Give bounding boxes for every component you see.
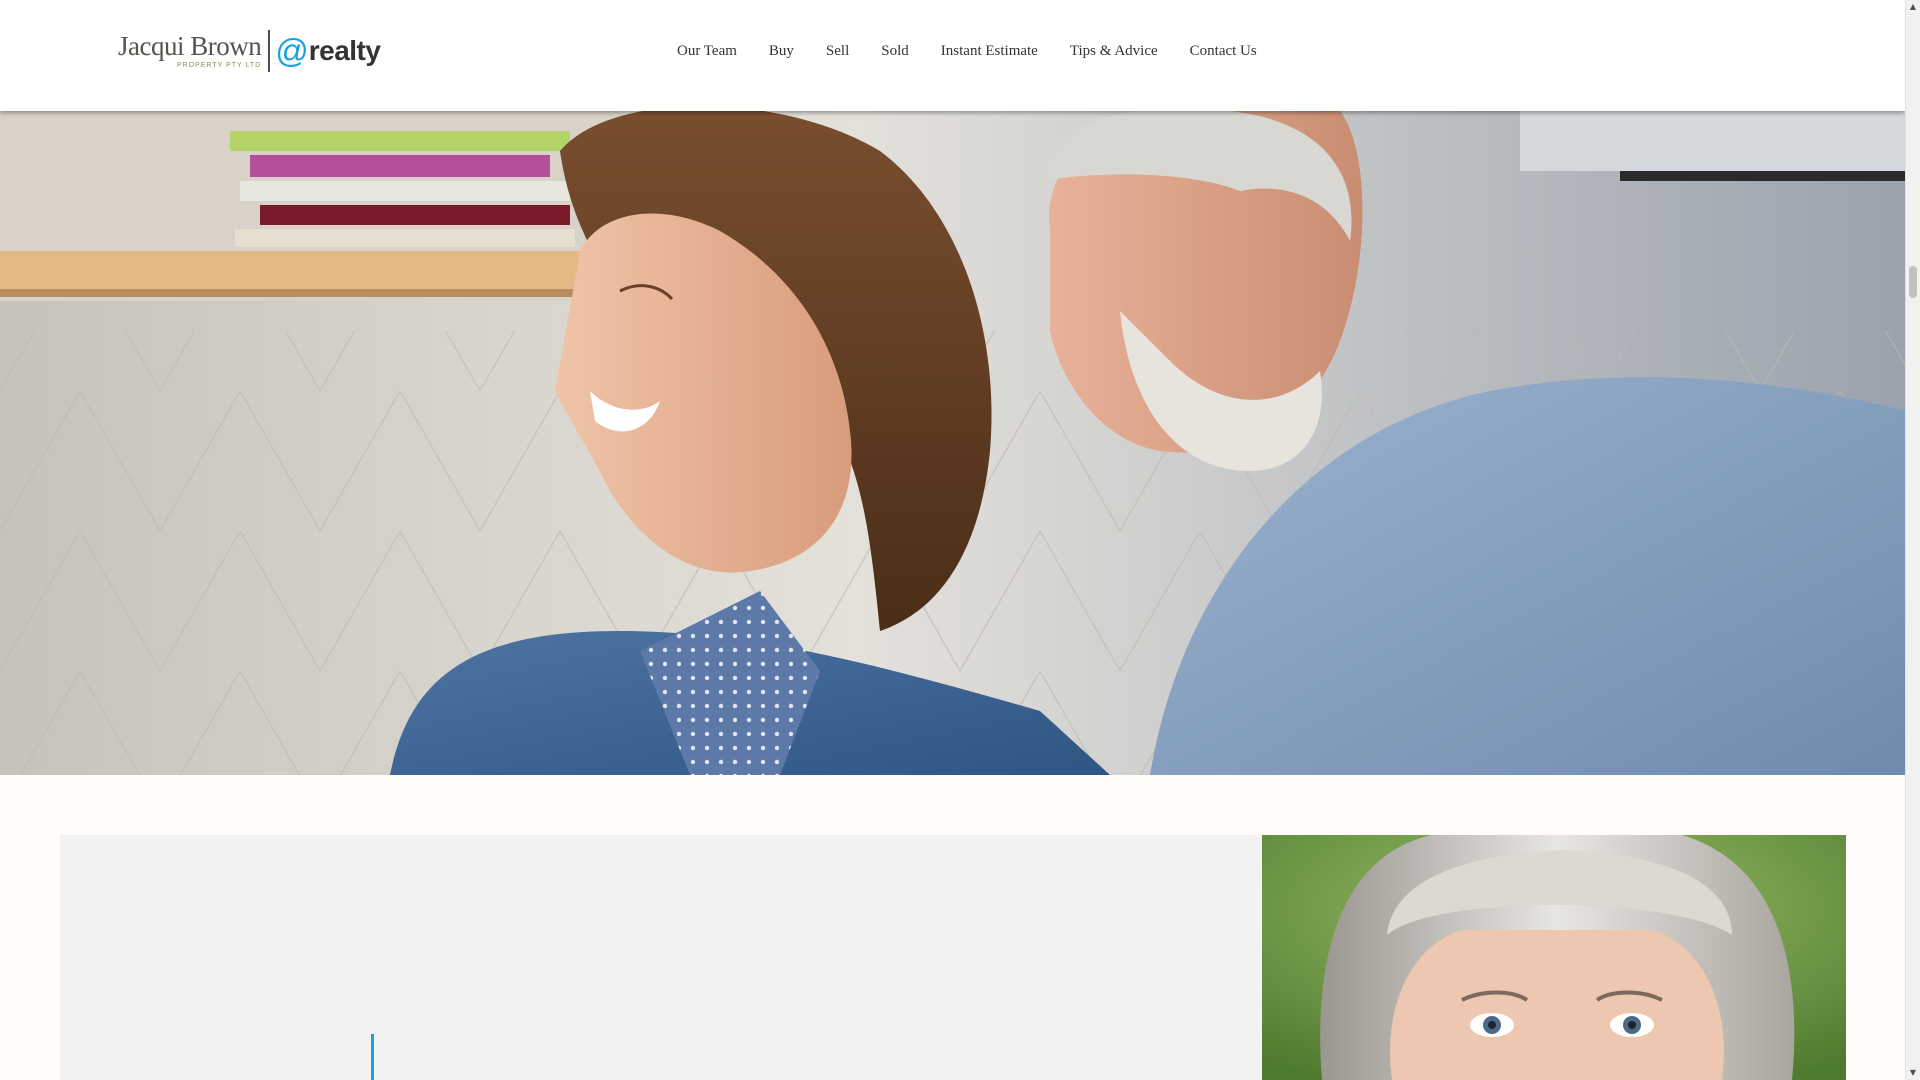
logo-divider: [268, 30, 271, 72]
nav-item-tips-advice[interactable]: Tips & Advice: [1054, 41, 1174, 61]
logo-at-symbol: @: [275, 32, 309, 69]
nav-item-instant-estimate[interactable]: Instant Estimate: [925, 41, 1054, 61]
main-nav: Our Team Buy Sell Sold Instant Estimate …: [661, 41, 1273, 61]
nav-item-our-team[interactable]: Our Team: [661, 41, 753, 61]
grey-haired-woman-photo: [1262, 835, 1846, 1080]
logo-name: Jacqui Brown: [118, 31, 262, 61]
scroll-thumb[interactable]: [1909, 266, 1917, 298]
site-logo[interactable]: Jacqui Brown PROPERTY PTY LTD @ realty: [118, 28, 381, 74]
content-card: [60, 835, 1262, 1080]
senior-couple-photo: [0, 111, 1905, 775]
portrait-image: [1262, 835, 1846, 1080]
logo-subtitle: PROPERTY PTY LTD: [176, 62, 262, 69]
nav-item-sold[interactable]: Sold: [865, 41, 925, 61]
logo-wordmark: Jacqui Brown PROPERTY PTY LTD: [118, 31, 268, 70]
nav-item-buy[interactable]: Buy: [753, 41, 810, 61]
logo-realty: realty: [308, 35, 381, 66]
scroll-up-arrow-icon[interactable]: ▲: [1906, 0, 1920, 14]
page-scrollbar[interactable]: ▲ ▼: [1905, 0, 1920, 1080]
accent-line: [371, 1034, 374, 1080]
nav-item-contact-us[interactable]: Contact Us: [1174, 41, 1273, 61]
nav-item-sell[interactable]: Sell: [810, 41, 865, 61]
page: Jacqui Brown PROPERTY PTY LTD @ realty O…: [0, 0, 1920, 1080]
hero-image: [0, 111, 1905, 775]
scroll-down-arrow-icon[interactable]: ▼: [1906, 1066, 1920, 1080]
site-header: Jacqui Brown PROPERTY PTY LTD @ realty O…: [0, 0, 1905, 111]
